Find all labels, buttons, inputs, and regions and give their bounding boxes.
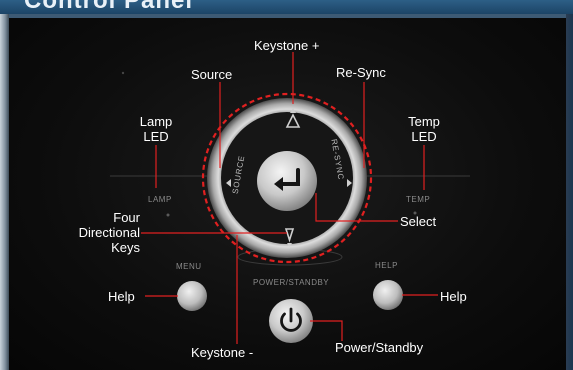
- callout-select: Select: [400, 214, 437, 229]
- temp-engraved-label: TEMP: [406, 195, 431, 204]
- callout-temp-led-line1: Temp: [408, 114, 440, 129]
- menu-engraved-label: MENU: [176, 262, 202, 271]
- callout-lamp-led: Lamp LED: [133, 114, 179, 144]
- callout-temp-led-line2: LED: [411, 129, 437, 144]
- callout-lamp-led-line2: LED: [143, 129, 169, 144]
- callout-four-keys-line3: Keys: [111, 240, 140, 255]
- lamp-led: [166, 213, 170, 217]
- callout-four-keys-line2: Directional: [78, 225, 140, 240]
- callout-keystone-plus: Keystone +: [254, 38, 320, 53]
- callout-line-power: [310, 320, 343, 341]
- callout-power-standby: Power/Standby: [335, 340, 424, 355]
- power-standby-engraved-label: POWER/STANDBY: [253, 278, 330, 287]
- panel-dot: [121, 71, 125, 75]
- menu-button[interactable]: [177, 281, 207, 311]
- callout-help-left: Help: [108, 289, 135, 304]
- callout-resync: Re-Sync: [336, 65, 386, 80]
- help-engraved-label: HELP: [375, 261, 398, 270]
- control-panel-drawing: SOURCE RE-SYNC: [110, 52, 470, 344]
- callout-help-right: Help: [440, 289, 467, 304]
- callout-four-directional-keys: Four Directional Keys: [46, 210, 140, 255]
- callout-four-keys-line1: Four: [113, 210, 140, 225]
- callout-source: Source: [191, 67, 233, 82]
- select-button[interactable]: [257, 151, 317, 211]
- lamp-engraved-label: LAMP: [148, 195, 172, 204]
- callout-lamp-led-line1: Lamp: [139, 114, 173, 129]
- callout-temp-led: Temp LED: [401, 114, 447, 144]
- help-button[interactable]: [373, 280, 403, 310]
- callout-keystone-minus: Keystone -: [191, 345, 254, 360]
